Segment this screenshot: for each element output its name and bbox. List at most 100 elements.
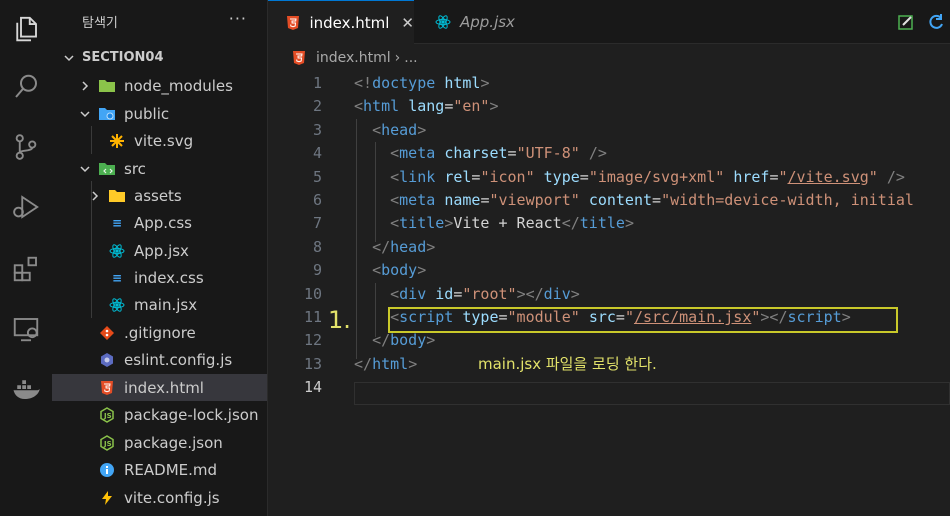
line-number: 2 <box>312 97 322 116</box>
code-token: /src/main.jsx <box>633 308 752 326</box>
code-token: /vite.svg <box>787 167 869 186</box>
code-token: < <box>390 191 400 209</box>
tree-item-package-lock[interactable]: JS package-lock.json <box>52 401 267 428</box>
tab-label: index.html <box>309 13 390 32</box>
code-token: "icon" <box>480 167 535 186</box>
run-debug-icon[interactable] <box>9 190 43 224</box>
tree-item-index-css[interactable]: ≡ index.css <box>52 264 267 291</box>
code-token: > <box>624 214 634 233</box>
code-line[interactable]: <html lang="en"> <box>354 95 499 118</box>
extensions-icon[interactable] <box>9 252 43 286</box>
tree-item-label: .gitignore <box>124 323 196 342</box>
code-token: = <box>498 308 508 326</box>
code-line[interactable]: <meta charset="UTF-8" /> <box>354 142 607 165</box>
tab-index-html[interactable]: index.html ✕ <box>268 0 414 44</box>
tree-item-public[interactable]: public <box>52 100 267 127</box>
svg-file-icon <box>108 132 126 150</box>
assets-folder-icon <box>108 187 126 205</box>
code-token: "width=device-width, initial <box>661 191 914 209</box>
code-token: div <box>543 284 571 303</box>
code-token: > <box>480 74 490 92</box>
tree-item-app-css[interactable]: ≡ App.css <box>52 209 267 236</box>
code-line[interactable]: <meta name="viewport" content="width=dev… <box>354 189 914 212</box>
code-line[interactable]: <script type="module" src="/src/main.jsx… <box>354 306 851 329</box>
chevron-down-icon <box>78 162 92 176</box>
editor-tab-bar: index.html ✕ App.jsx <box>268 0 950 44</box>
code-line[interactable]: <head> <box>354 119 426 142</box>
tree-item-label: README.md <box>124 460 218 479</box>
tree-item-gitignore[interactable]: .gitignore <box>52 319 267 346</box>
code-line[interactable]: <body> <box>354 259 426 282</box>
code-token: > <box>417 120 427 139</box>
line-number: 5 <box>312 167 322 186</box>
workspace-section-header[interactable]: SECTION04 <box>52 44 267 71</box>
code-token: "en" <box>453 97 490 116</box>
line-number: 11 <box>303 308 322 326</box>
code-line[interactable]: <link rel="icon" type="image/svg+xml" hr… <box>354 166 905 189</box>
line-number: 6 <box>312 191 322 209</box>
breadcrumb-symbols[interactable]: ... <box>404 50 417 66</box>
code-line[interactable]: <!doctype html> <box>354 72 489 95</box>
tree-item-src[interactable]: src <box>52 155 267 182</box>
tree-item-label: main.jsx <box>134 295 198 314</box>
code-token: = <box>579 167 589 186</box>
eslint-file-icon <box>98 351 116 369</box>
tree-item-package-json[interactable]: JS package.json <box>52 429 267 456</box>
tree-item-readme[interactable]: README.md <box>52 456 267 483</box>
source-control-icon[interactable] <box>9 130 43 164</box>
tree-item-label: public <box>124 104 170 123</box>
code-token: " <box>868 167 878 186</box>
tree-item-main-jsx[interactable]: main.jsx <box>52 291 267 318</box>
code-token: ></ <box>516 284 544 303</box>
code-token: src <box>588 308 616 326</box>
open-changes-icon[interactable] <box>896 12 916 32</box>
code-token: type <box>543 167 580 186</box>
code-line[interactable]: <div id="root"></div> <box>354 283 580 306</box>
code-line[interactable]: <title>Vite + React</title> <box>354 212 634 235</box>
nodejs-file-icon: JS <box>98 434 116 452</box>
tree-item-app-jsx[interactable]: App.jsx <box>52 237 267 264</box>
tree-item-index-html[interactable]: index.html <box>52 374 267 401</box>
tree-item-eslint-config[interactable]: eslint.config.js <box>52 346 267 373</box>
tree-item-node-modules[interactable]: node_modules <box>52 72 267 99</box>
search-icon[interactable] <box>9 70 43 104</box>
tab-app-jsx[interactable]: App.jsx <box>414 0 544 44</box>
code-token: > <box>426 331 436 350</box>
code-token: < <box>372 120 382 139</box>
tree-item-label: index.html <box>124 378 204 397</box>
code-line[interactable]: </html> <box>354 353 417 376</box>
code-token: " <box>778 167 788 186</box>
explorer-icon[interactable] <box>9 12 43 46</box>
docker-icon[interactable] <box>9 372 43 406</box>
remote-explorer-icon[interactable] <box>9 312 43 346</box>
tree-item-label: package-lock.json <box>124 405 259 424</box>
line-number: 10 <box>303 284 322 303</box>
activity-bar <box>0 0 52 516</box>
chevron-right-icon <box>88 189 102 203</box>
code-token: lang <box>408 97 445 116</box>
code-line[interactable]: </head> <box>354 236 435 259</box>
tree-item-vite-config[interactable]: vite.config.js <box>52 484 267 511</box>
code-editor[interactable]: 1. main.jsx 파일을 로딩 한다. 1 2 3 4 5 6 7 8 9 10 11 12 13… <box>268 72 950 516</box>
breadcrumb-file[interactable]: index.html <box>316 50 391 66</box>
refresh-icon[interactable] <box>926 12 946 32</box>
close-icon[interactable]: ✕ <box>401 14 414 32</box>
react-file-icon <box>434 13 452 31</box>
code-token: > <box>444 214 454 233</box>
tree-item-assets[interactable]: assets <box>52 182 267 209</box>
code-line[interactable]: </body> <box>354 329 435 352</box>
code-token: </ <box>372 237 391 256</box>
more-actions-icon[interactable]: ··· <box>229 9 247 28</box>
code-token: meta <box>399 144 436 163</box>
tree-item-vite-svg[interactable]: vite.svg <box>52 127 267 154</box>
